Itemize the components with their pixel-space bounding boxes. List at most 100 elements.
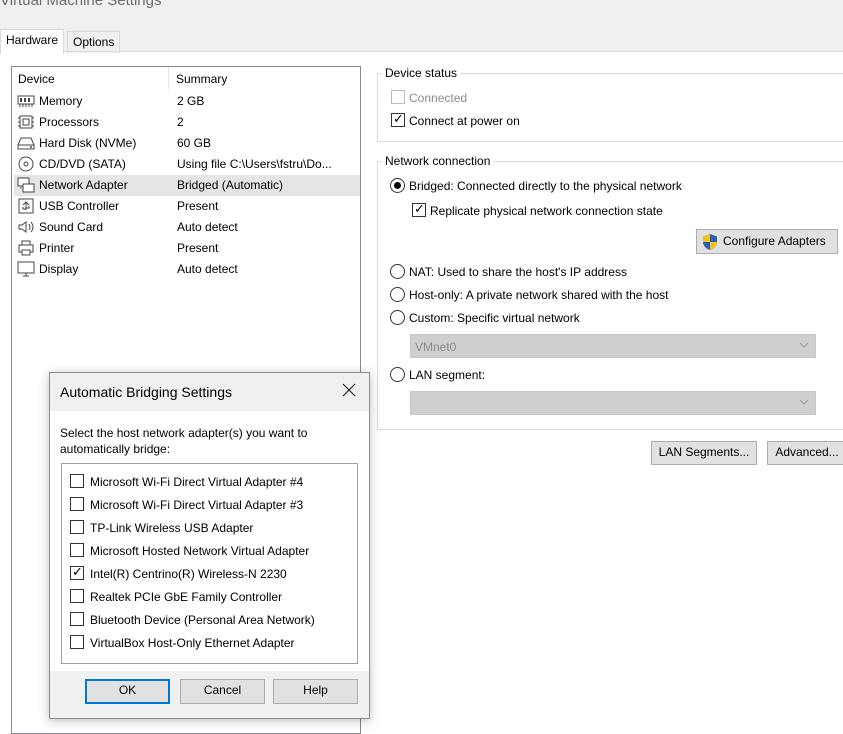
radio-selected-dot <box>394 182 401 189</box>
device-summary: Present <box>177 199 219 213</box>
connected-label: Connected <box>409 91 468 105</box>
device-name: USB Controller <box>39 199 120 213</box>
lan-segment-radio[interactable] <box>390 367 405 382</box>
sound-card-icon <box>18 221 34 233</box>
lan-segment-select[interactable] <box>410 391 816 415</box>
help-button[interactable]: Help <box>273 679 358 704</box>
dialog-title: Automatic Bridging Settings <box>60 384 232 400</box>
processor-icon <box>18 115 34 129</box>
device-summary: Bridged (Automatic) <box>177 178 284 192</box>
device-row-processors[interactable]: Processors 2 <box>14 112 360 133</box>
connect-at-power-on-label: Connect at power on <box>409 114 520 128</box>
automatic-bridging-dialog: Automatic Bridging Settings Select the h… <box>49 372 370 719</box>
device-row-display[interactable]: Display Auto detect <box>14 259 360 280</box>
adapter-list[interactable]: Microsoft Wi-Fi Direct Virtual Adapter #… <box>61 463 358 664</box>
device-summary: Present <box>177 241 219 255</box>
adapter-label: VirtualBox Host-Only Ethernet Adapter <box>90 636 295 650</box>
adapter-label: TP-Link Wireless USB Adapter <box>90 521 254 535</box>
custom-label: Custom: Specific virtual network <box>409 311 580 325</box>
cd-dvd-icon <box>18 156 34 172</box>
cancel-button[interactable]: Cancel <box>180 679 265 704</box>
device-name: Network Adapter <box>39 178 128 192</box>
uac-shield-icon <box>703 234 717 250</box>
device-name: Hard Disk (NVMe) <box>39 136 137 150</box>
adapter-checkbox[interactable] <box>70 474 84 488</box>
tab-hardware[interactable]: Hardware <box>0 29 65 54</box>
ok-button[interactable]: OK <box>85 679 170 704</box>
device-name: Sound Card <box>39 220 104 234</box>
device-summary: Auto detect <box>177 220 238 234</box>
column-header-device[interactable]: Device <box>18 72 55 86</box>
chevron-down-icon <box>799 342 809 348</box>
tab-divider <box>0 51 843 52</box>
adapter-label: Microsoft Wi-Fi Direct Virtual Adapter #… <box>90 475 304 489</box>
custom-network-select[interactable]: VMnet0 <box>410 334 816 358</box>
connect-at-power-on-checkbox[interactable]: ✓ <box>391 111 405 127</box>
device-summary: 2 GB <box>177 94 205 108</box>
display-icon <box>17 261 35 277</box>
device-status-group <box>377 73 843 142</box>
adapter-checkbox[interactable]: ✓ <box>70 564 84 580</box>
adapter-label: Bluetooth Device (Personal Area Network) <box>90 613 315 627</box>
adapter-checkbox[interactable] <box>70 520 84 534</box>
host-only-radio[interactable] <box>390 287 405 302</box>
adapter-label: Realtek PCIe GbE Family Controller <box>90 590 283 604</box>
device-row-sound-card[interactable]: Sound Card Auto detect <box>14 217 360 238</box>
checkmark-icon: ✓ <box>72 564 83 579</box>
nat-radio[interactable] <box>390 264 405 279</box>
hard-disk-icon <box>17 137 35 150</box>
printer-icon <box>18 240 34 256</box>
custom-network-value: VMnet0 <box>415 340 457 354</box>
checkmark-icon: ✓ <box>414 201 425 216</box>
adapter-checkbox[interactable] <box>70 589 84 603</box>
device-row-memory[interactable]: Memory 2 GB <box>14 91 360 112</box>
device-row-hard-disk[interactable]: Hard Disk (NVMe) 60 GB <box>14 133 360 154</box>
device-name: Processors <box>39 115 100 129</box>
device-row-network-adapter[interactable]: Network Adapter Bridged (Automatic) <box>14 175 360 196</box>
bridged-radio[interactable] <box>390 178 405 193</box>
dialog-description: Select the host network adapter(s) you w… <box>60 426 308 456</box>
replicate-state-label: Replicate physical network connection st… <box>430 204 663 218</box>
custom-radio[interactable] <box>390 310 405 325</box>
adapter-checkbox[interactable] <box>70 612 84 626</box>
checkmark-icon: ✓ <box>393 111 404 126</box>
nat-label: NAT: Used to share the host's IP address <box>409 265 627 279</box>
configure-adapters-button[interactable]: Configure Adapters <box>696 229 838 254</box>
device-row-printer[interactable]: Printer Present <box>14 238 360 259</box>
device-name: CD/DVD (SATA) <box>39 157 126 171</box>
window-title: Virtual Machine Settings <box>0 0 162 9</box>
device-summary: Using file C:\Users\fstru\Do... <box>177 157 332 171</box>
column-header-summary[interactable]: Summary <box>176 72 227 86</box>
usb-icon <box>18 198 34 214</box>
device-status-title: Device status <box>382 66 461 80</box>
device-row-cd-dvd[interactable]: CD/DVD (SATA) Using file C:\Users\fstru\… <box>14 154 360 175</box>
column-separator[interactable] <box>168 67 169 89</box>
advanced-button[interactable]: Advanced... <box>767 441 843 465</box>
memory-icon <box>17 95 35 107</box>
dialog-footer: OK Cancel Help <box>50 671 369 718</box>
network-connection-title: Network connection <box>382 154 494 168</box>
device-summary: Auto detect <box>177 262 238 276</box>
device-name: Display <box>39 262 79 276</box>
configure-adapters-label: Configure Adapters <box>723 234 826 248</box>
adapter-checkbox[interactable] <box>70 543 84 557</box>
adapter-checkbox[interactable] <box>70 497 84 511</box>
replicate-state-checkbox[interactable]: ✓ <box>412 201 426 217</box>
adapter-label: Microsoft Wi-Fi Direct Virtual Adapter #… <box>90 498 304 512</box>
chevron-down-icon <box>799 399 809 405</box>
close-icon[interactable] <box>341 382 357 398</box>
lan-segments-button[interactable]: LAN Segments... <box>651 441 757 465</box>
bridged-label: Bridged: Connected directly to the physi… <box>409 179 682 193</box>
connected-checkbox[interactable] <box>391 90 405 104</box>
device-name: Memory <box>39 94 83 108</box>
device-summary: 60 GB <box>177 136 212 150</box>
network-adapter-icon <box>17 177 35 193</box>
device-name: Printer <box>39 241 75 255</box>
adapter-label: Microsoft Hosted Network Virtual Adapter <box>90 544 310 558</box>
host-only-label: Host-only: A private network shared with… <box>409 288 669 302</box>
device-row-usb-controller[interactable]: USB Controller Present <box>14 196 360 217</box>
device-summary: 2 <box>177 115 184 129</box>
adapter-checkbox[interactable] <box>70 635 84 649</box>
tab-options[interactable]: Options <box>67 31 121 53</box>
device-list-header: Device Summary <box>12 67 360 91</box>
